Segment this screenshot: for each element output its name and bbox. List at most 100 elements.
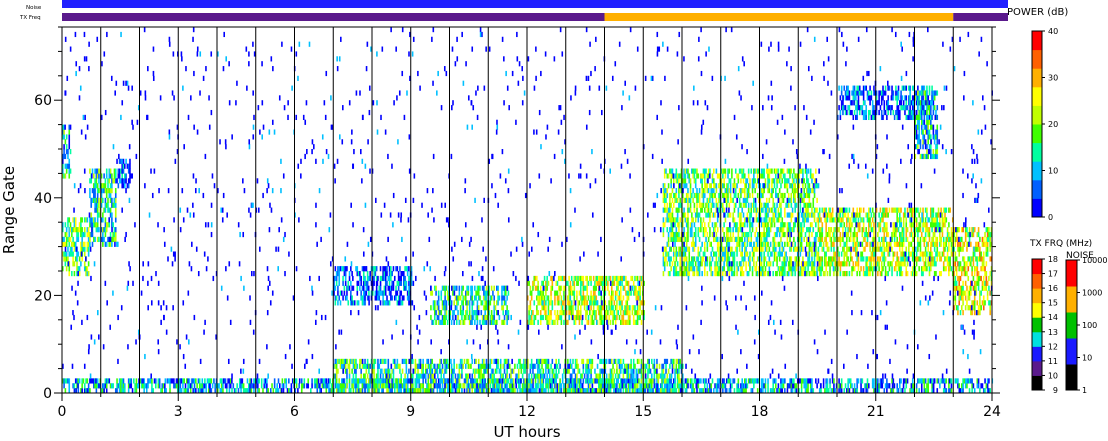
echo-cell [776, 202, 778, 208]
echo-cell [803, 236, 806, 243]
echo-cell [710, 266, 713, 272]
echo-cell [732, 227, 734, 233]
echo-cell [931, 251, 933, 257]
echo-cell [873, 222, 875, 228]
echo-cell [670, 202, 672, 208]
echo-cell [973, 227, 976, 233]
echo-cell [528, 310, 530, 316]
echo-cell [939, 251, 941, 257]
echo-cell [860, 207, 862, 213]
echo-cell [782, 246, 785, 252]
echo-cell [68, 129, 71, 135]
echo-cell [764, 178, 767, 184]
echo-cell [277, 378, 280, 384]
echo-cell [802, 173, 804, 179]
echo-cell [707, 207, 710, 213]
echo-cell [620, 295, 622, 301]
echo-cell [889, 241, 892, 247]
echo-cell [706, 261, 709, 267]
echo-cell [453, 310, 455, 316]
echo-cell [352, 285, 355, 291]
echo-cell [886, 207, 888, 213]
echo-cell [711, 271, 714, 277]
echo-cell [871, 207, 874, 213]
echo-cell [716, 261, 719, 267]
echo-cell [710, 251, 713, 257]
echo-cell [94, 192, 96, 199]
echo-cell [893, 236, 896, 243]
echo-cell [878, 261, 880, 267]
echo-cell [112, 222, 114, 228]
echo-cell [459, 319, 462, 325]
echo-cell [114, 188, 117, 194]
echo-cell [663, 222, 666, 228]
echo-cell [899, 222, 901, 228]
echo-cell [87, 227, 90, 233]
echo-cell [77, 251, 80, 257]
echo-cell [670, 183, 672, 189]
echo-cell [751, 222, 754, 228]
echo-cell [242, 383, 245, 389]
echo-cell [104, 217, 107, 223]
echo-cell [63, 149, 65, 155]
echo-cell [808, 183, 811, 189]
echo-cell [114, 202, 117, 208]
echo-cell [926, 266, 928, 272]
echo-cell [839, 114, 842, 121]
echo-cell [687, 168, 689, 174]
echo-cell [472, 300, 475, 306]
echo-cell [897, 227, 900, 233]
echo-cell [476, 314, 479, 321]
echo-cell [873, 231, 875, 238]
echo-cell [459, 305, 462, 311]
echo-cell [396, 266, 399, 272]
echo-cell [911, 212, 914, 218]
echo-cell [675, 188, 678, 194]
echo-cell [985, 261, 988, 267]
echo-cell [124, 183, 126, 189]
echo-cell [74, 217, 77, 223]
echo-cell [809, 168, 812, 174]
echo-cell [742, 261, 745, 267]
echo-cell [104, 231, 107, 238]
echo-cell [926, 149, 928, 155]
echo-cell [112, 383, 114, 389]
echo-cell [899, 114, 901, 121]
echo-cell [569, 280, 572, 286]
echo-cell [763, 251, 765, 257]
echo-cell [69, 149, 72, 155]
echo-cell [755, 227, 758, 233]
echo-cell [718, 241, 720, 247]
echo-cell [452, 314, 454, 321]
echo-cell [710, 183, 713, 189]
echo-cell [906, 227, 909, 233]
echo-cell [582, 280, 585, 286]
echo-cell [787, 241, 790, 247]
echo-cell [698, 192, 701, 199]
echo-cell [68, 134, 71, 140]
echo-cell [685, 183, 688, 189]
echo-cell [882, 95, 884, 101]
echo-cell [608, 314, 610, 321]
echo-cell [812, 227, 815, 233]
echo-cell [610, 285, 613, 291]
echo-cell [432, 319, 435, 325]
echo-cell [790, 256, 793, 262]
echo-cell [111, 188, 113, 194]
echo-cell [873, 261, 875, 267]
echo-cell [329, 378, 331, 384]
echo-cell [961, 305, 963, 311]
echo-cell [940, 207, 942, 213]
echo-cell [811, 178, 813, 184]
echo-cell [468, 310, 471, 316]
echo-cell [98, 227, 100, 233]
echo-cell [728, 241, 731, 247]
echo-cell [266, 378, 268, 384]
echo-cell [849, 251, 852, 257]
echo-cell [950, 227, 953, 233]
echo-cell [972, 261, 975, 267]
echo-cell [880, 100, 883, 106]
echo-cell [902, 217, 905, 223]
echo-cell [924, 246, 927, 252]
echo-cell [67, 153, 69, 160]
